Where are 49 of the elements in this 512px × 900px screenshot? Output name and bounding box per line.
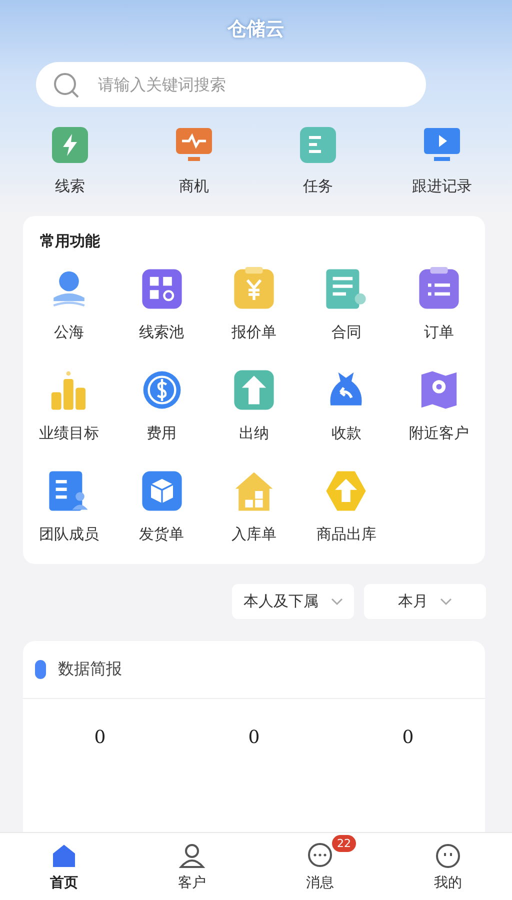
- smiley-icon: [434, 842, 462, 870]
- chat-bubble-icon: [306, 842, 334, 870]
- tab[interactable]: 消息 22: [256, 833, 384, 900]
- document-icon: [298, 125, 338, 165]
- function-link[interactable]: 业绩目标: [39, 424, 100, 443]
- stat-value: 0: [94, 727, 106, 748]
- grid-search-icon: [140, 267, 184, 311]
- home-icon: [50, 842, 78, 870]
- hexagon-arrow-icon: [324, 469, 368, 513]
- accent-bar: [35, 660, 46, 679]
- tab[interactable]: 客户: [128, 833, 256, 900]
- function-link[interactable]: 报价单: [231, 323, 276, 342]
- function-link[interactable]: 线索池: [139, 323, 184, 342]
- function-link[interactable]: 订单: [424, 323, 454, 342]
- shortcut-link[interactable]: 商机: [179, 177, 209, 196]
- document-person-icon: [324, 267, 368, 311]
- filter-dropdown[interactable]: 本月: [364, 584, 486, 619]
- function-link[interactable]: 费用: [146, 424, 177, 443]
- shortcut-link[interactable]: 跟进记录: [412, 177, 472, 196]
- function-link[interactable]: 附近客户: [408, 424, 469, 443]
- person-icon: [178, 842, 206, 870]
- section-title: 数据简报: [58, 659, 122, 680]
- stat-value: 0: [402, 727, 414, 748]
- function-link[interactable]: 发货单: [139, 525, 184, 544]
- function-link[interactable]: 合同: [331, 323, 362, 342]
- function-link[interactable]: 公海: [54, 323, 84, 342]
- clipboard-icon: [232, 267, 276, 311]
- bolt-icon: [50, 125, 90, 165]
- function-link[interactable]: 收款: [331, 424, 362, 443]
- chevron-down-icon: [330, 598, 342, 606]
- count-badge: 22: [332, 835, 356, 852]
- tab[interactable]: 我的: [384, 833, 512, 900]
- upload-icon: [232, 368, 276, 412]
- search-field[interactable]: 请输入关键词搜索: [36, 62, 426, 107]
- clipboard-list-icon: [416, 267, 461, 311]
- function-link[interactable]: 团队成员: [39, 525, 100, 544]
- filter-dropdown[interactable]: 本人及下属: [232, 584, 354, 619]
- shortcut-link[interactable]: 线索: [55, 177, 85, 196]
- stat-value: 0: [248, 727, 260, 748]
- function-link[interactable]: 商品出库: [316, 525, 376, 544]
- section-title: 常用功能: [39, 232, 101, 251]
- search-icon: [52, 71, 80, 99]
- function-link[interactable]: 出纳: [238, 424, 269, 443]
- app-title: 仓储云: [228, 17, 284, 42]
- tab[interactable]: 首页: [0, 833, 128, 900]
- box-icon: [140, 469, 184, 513]
- function-link[interactable]: 入库单: [231, 525, 276, 544]
- chevron-down-icon: [440, 598, 452, 606]
- shortcut-link[interactable]: 任务: [303, 177, 333, 196]
